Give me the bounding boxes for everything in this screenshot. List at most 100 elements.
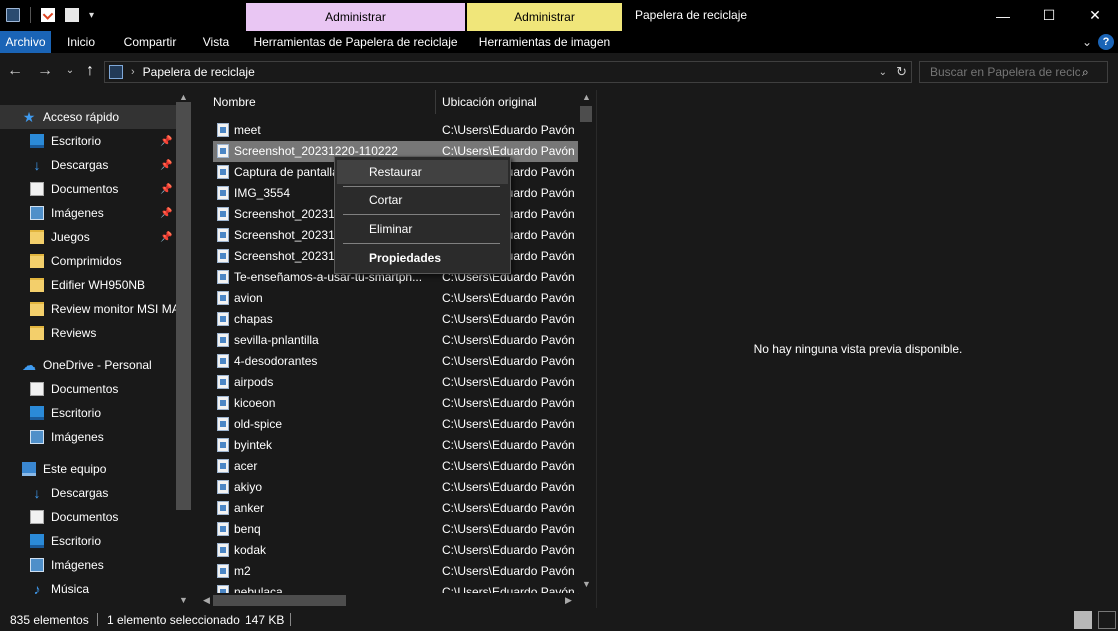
scrollbar-thumb[interactable] [580,106,592,122]
file-row[interactable]: anker C:\Users\Eduardo Pavón G [213,498,579,519]
nav-item[interactable]: Escritorio 📌 [0,129,176,153]
file-row[interactable]: kicoeon C:\Users\Eduardo Pavón G [213,393,579,414]
search-input[interactable] [920,65,1080,79]
nav-item[interactable]: Escritorio [0,401,176,425]
pin-icon[interactable]: 📌 [160,232,172,243]
tab-file[interactable]: Archivo [0,31,51,53]
nav-item[interactable]: ↓ Descargas 📌 [0,153,176,177]
menu-item-restore[interactable]: Restaurar [337,160,508,184]
scroll-down-icon[interactable]: ▼ [579,579,594,589]
tab-view[interactable]: Vista [195,31,237,53]
refresh-icon[interactable]: ↻ [896,64,907,80]
nav-item[interactable]: ★ Acceso rápido [0,105,176,129]
properties-icon[interactable] [41,8,55,22]
nav-item[interactable]: Imágenes [0,553,176,577]
nav-item[interactable]: Escritorio [0,529,176,553]
file-row[interactable]: avion C:\Users\Eduardo Pavón G [213,288,579,309]
maximize-button[interactable]: ☐ [1026,0,1072,31]
contextual-group-recycle-bin[interactable]: Administrar [246,3,465,31]
up-button[interactable]: ↑ [80,62,100,80]
tab-recycle-bin-tools[interactable]: Herramientas de Papelera de reciclaje [246,31,465,53]
back-button[interactable]: ← [5,62,25,80]
file-list-horizontal-scrollbar[interactable]: ◀ ▶ [199,593,578,608]
nav-item[interactable]: ↓ Descargas [0,481,176,505]
scroll-right-icon[interactable]: ▶ [561,595,576,606]
file-original-location: C:\Users\Eduardo Pavón G [442,123,579,137]
file-row[interactable]: 4-desodorantes C:\Users\Eduardo Pavón G [213,351,579,372]
navigation-scrollbar[interactable]: ▲ ▼ [176,90,191,608]
nav-item[interactable]: Documentos [0,377,176,401]
nav-item[interactable]: Edifier WH950NB [0,273,176,297]
scrollbar-thumb[interactable] [176,102,191,510]
file-name: akiyo [234,480,263,494]
scroll-up-icon[interactable]: ▲ [579,92,594,102]
nav-item[interactable]: Comprimidos [0,249,176,273]
file-name: airpods [234,375,274,389]
tab-share[interactable]: Compartir [114,31,186,53]
file-row[interactable]: acer C:\Users\Eduardo Pavón G [213,456,579,477]
address-bar[interactable]: › Papelera de reciclaje ⌄ ↻ [104,61,912,83]
nav-item[interactable]: Imágenes 📌 [0,201,176,225]
image-file-icon [217,333,229,347]
help-icon[interactable]: ? [1098,34,1114,50]
customize-toolbar-dropdown[interactable]: ▾ [89,10,94,21]
scroll-left-icon[interactable]: ◀ [199,595,214,606]
column-header-name[interactable]: Nombre [213,90,256,114]
image-file-icon [217,186,229,200]
file-list-vertical-scrollbar[interactable]: ▲ ▼ [578,90,594,593]
title-bar: ▾ Administrar Administrar Papelera de re… [0,0,1118,31]
file-row[interactable]: m2 C:\Users\Eduardo Pavón G [213,561,579,582]
image-file-icon [217,543,229,557]
menu-item-properties[interactable]: Propiedades [337,246,508,270]
forward-button[interactable]: → [35,62,55,80]
image-icon [30,430,44,444]
nav-item[interactable]: Reviews [0,321,176,345]
column-header-original-location[interactable]: Ubicación original [442,90,537,114]
address-dropdown-icon[interactable]: ⌄ [879,67,887,78]
recent-locations-button[interactable]: ⌄ [60,65,80,76]
nav-item[interactable]: Review monitor MSI MAG [0,297,176,321]
nav-item[interactable]: Documentos 📌 [0,177,176,201]
nav-item[interactable]: Juegos 📌 [0,225,176,249]
file-row[interactable]: kodak C:\Users\Eduardo Pavón G [213,540,579,561]
folder-icon [30,254,44,268]
close-button[interactable]: ✕ [1072,0,1118,31]
nav-item-label: Documentos [51,182,119,196]
nav-item[interactable]: Imágenes [0,425,176,449]
file-row[interactable]: byintek C:\Users\Eduardo Pavón G [213,435,579,456]
nav-item[interactable]: ♪ Música [0,577,176,601]
file-row[interactable]: old-spice C:\Users\Eduardo Pavón G [213,414,579,435]
breadcrumb-separator[interactable]: › [131,66,135,78]
file-row[interactable]: benq C:\Users\Eduardo Pavón G [213,519,579,540]
file-row[interactable]: akiyo C:\Users\Eduardo Pavón G [213,477,579,498]
file-row[interactable]: airpods C:\Users\Eduardo Pavón G [213,372,579,393]
tab-home[interactable]: Inicio [57,31,105,53]
pin-icon[interactable]: 📌 [160,160,172,171]
file-row[interactable]: meet C:\Users\Eduardo Pavón G [213,120,579,141]
nav-item[interactable]: ☁ OneDrive - Personal [0,353,176,377]
breadcrumb-recycle-bin[interactable]: Papelera de reciclaje [143,65,255,79]
expand-ribbon-icon[interactable]: ⌄ [1082,35,1092,49]
nav-item[interactable]: Este equipo [0,457,176,481]
nav-item[interactable]: Documentos [0,505,176,529]
pin-icon[interactable]: 📌 [160,208,172,219]
file-row[interactable]: sevilla-pnlantilla C:\Users\Eduardo Pavón… [213,330,579,351]
details-view-button[interactable] [1074,611,1092,629]
pin-icon[interactable]: 📌 [160,136,172,147]
large-icons-view-button[interactable] [1098,611,1116,629]
scrollbar-thumb[interactable] [213,595,346,606]
file-row[interactable]: chapas C:\Users\Eduardo Pavón G [213,309,579,330]
contextual-group-image[interactable]: Administrar [467,3,622,31]
column-divider[interactable] [435,90,436,114]
pin-icon[interactable]: 📌 [160,184,172,195]
search-icon[interactable]: ⌕ [1082,65,1089,80]
scroll-down-icon[interactable]: ▼ [176,595,191,605]
menu-item-delete[interactable]: Eliminar [337,217,508,241]
tab-image-tools[interactable]: Herramientas de imagen [467,31,622,53]
new-folder-icon[interactable] [65,8,79,22]
scroll-up-icon[interactable]: ▲ [176,92,191,102]
cloud-icon: ☁ [22,357,36,373]
minimize-button[interactable]: — [980,0,1026,31]
menu-item-cut[interactable]: Cortar [337,188,508,212]
item-count: 835 elementos [10,613,89,627]
